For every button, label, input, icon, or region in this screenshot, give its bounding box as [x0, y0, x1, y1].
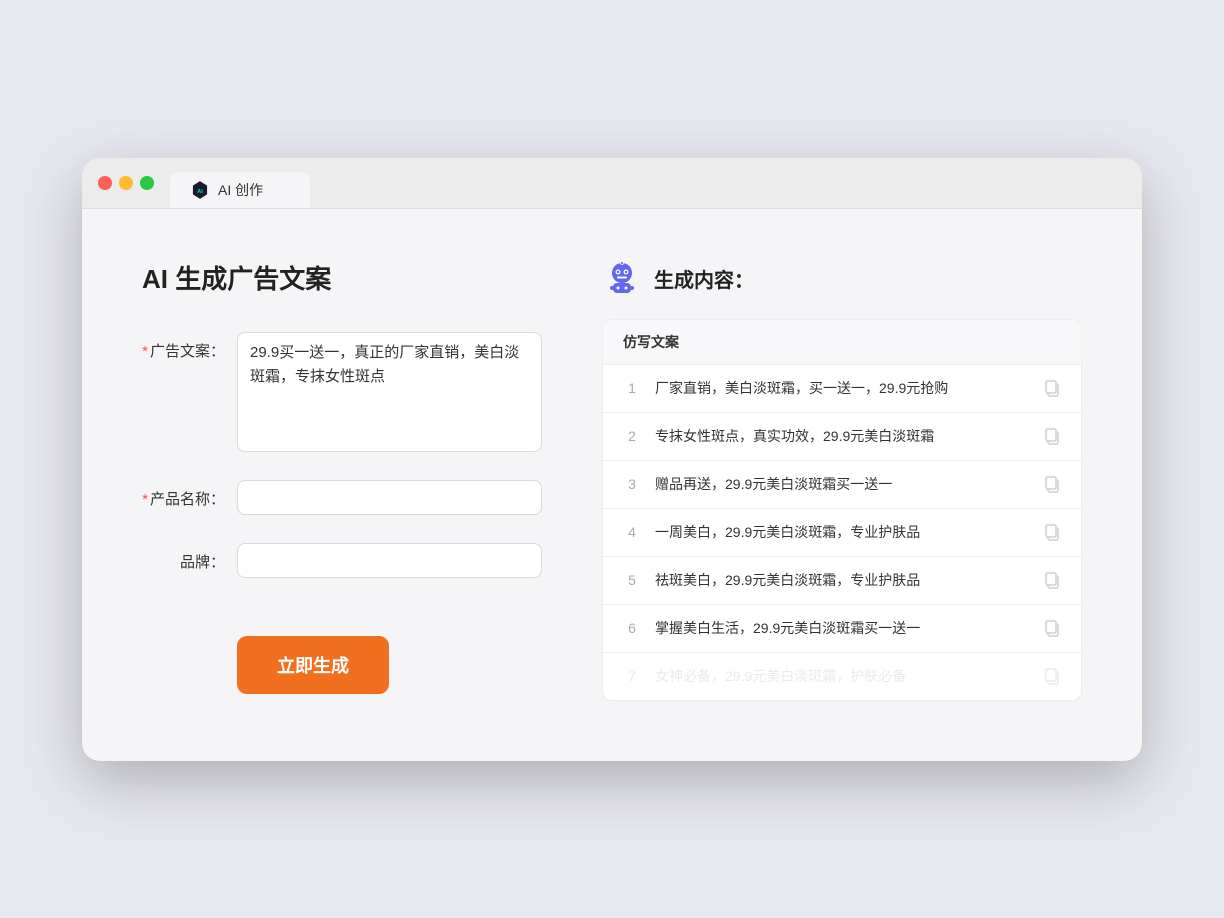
page-title: AI 生成广告文案	[142, 259, 542, 296]
brand-row: 品牌： 好白	[142, 543, 542, 578]
row-num-2: 2	[623, 428, 641, 444]
table-row: 1 厂家直销，美白淡斑霜，买一送一，29.9元抢购	[603, 365, 1081, 413]
required-mark-ad: *	[142, 343, 148, 360]
row-num-1: 1	[623, 380, 641, 396]
svg-text:AI: AI	[197, 188, 203, 194]
row-text-4: 一周美白，29.9元美白淡斑霜，专业护肤品	[655, 522, 1029, 543]
product-name-input[interactable]: 美白淡斑霜	[237, 480, 542, 515]
submit-button[interactable]: 立即生成	[237, 636, 389, 694]
row-num-4: 4	[623, 524, 641, 540]
product-name-label: *产品名称：	[142, 480, 237, 509]
copy-icon-1[interactable]	[1043, 379, 1061, 397]
copy-icon-5[interactable]	[1043, 571, 1061, 589]
copy-icon-2[interactable]	[1043, 427, 1061, 445]
minimize-button[interactable]	[119, 176, 133, 190]
row-num-5: 5	[623, 572, 641, 588]
result-title: 生成内容：	[654, 264, 754, 293]
close-button[interactable]	[98, 176, 112, 190]
row-text-6: 掌握美白生活，29.9元美白淡斑霜买一送一	[655, 618, 1029, 639]
result-header: 生成内容：	[602, 259, 1082, 299]
table-row: 4 一周美白，29.9元美白淡斑霜，专业护肤品	[603, 509, 1081, 557]
copy-icon-3[interactable]	[1043, 475, 1061, 493]
product-name-row: *产品名称： 美白淡斑霜	[142, 480, 542, 515]
right-panel: 生成内容： 仿写文案 1 厂家直销，美白淡斑霜，买一送一，29.9元抢购 2 专…	[602, 259, 1082, 701]
row-num-6: 6	[623, 620, 641, 636]
left-panel: AI 生成广告文案 *广告文案： 29.9买一送一，真正的厂家直销，美白淡斑霜，…	[142, 259, 542, 701]
copy-icon-4[interactable]	[1043, 523, 1061, 541]
ad-copy-input[interactable]: 29.9买一送一，真正的厂家直销，美白淡斑霜，专抹女性斑点	[237, 332, 542, 452]
maximize-button[interactable]	[140, 176, 154, 190]
row-num-3: 3	[623, 476, 641, 492]
row-text-1: 厂家直销，美白淡斑霜，买一送一，29.9元抢购	[655, 378, 1029, 399]
copy-icon-7[interactable]	[1043, 667, 1061, 685]
content-area: AI 生成广告文案 *广告文案： 29.9买一送一，真正的厂家直销，美白淡斑霜，…	[82, 209, 1142, 761]
table-header: 仿写文案	[603, 320, 1081, 365]
ai-icon: AI	[190, 180, 210, 200]
brand-input[interactable]: 好白	[237, 543, 542, 578]
result-table: 仿写文案 1 厂家直销，美白淡斑霜，买一送一，29.9元抢购 2 专抹女性斑点，…	[602, 319, 1082, 701]
copy-icon-6[interactable]	[1043, 619, 1061, 637]
required-mark-product: *	[142, 491, 148, 508]
tab-ai-creation[interactable]: AI AI 创作	[170, 172, 310, 208]
traffic-lights	[98, 176, 154, 204]
row-text-7: 女神必备，29.9元美白淡斑霜，护肤必备	[655, 666, 1029, 687]
table-row: 3 赠品再送，29.9元美白淡斑霜买一送一	[603, 461, 1081, 509]
table-row: 6 掌握美白生活，29.9元美白淡斑霜买一送一	[603, 605, 1081, 653]
ad-copy-row: *广告文案： 29.9买一送一，真正的厂家直销，美白淡斑霜，专抹女性斑点	[142, 332, 542, 452]
row-text-2: 专抹女性斑点，真实功效，29.9元美白淡斑霜	[655, 426, 1029, 447]
browser-window: AI AI 创作 AI 生成广告文案 *广告文案： 29.9买一送一，真正的厂家…	[82, 158, 1142, 761]
table-row: 2 专抹女性斑点，真实功效，29.9元美白淡斑霜	[603, 413, 1081, 461]
row-text-3: 赠品再送，29.9元美白淡斑霜买一送一	[655, 474, 1029, 495]
brand-label: 品牌：	[142, 543, 237, 572]
ad-copy-label: *广告文案：	[142, 332, 237, 361]
tab-label: AI 创作	[218, 180, 263, 200]
robot-icon	[602, 259, 642, 299]
row-text-5: 祛斑美白，29.9元美白淡斑霜，专业护肤品	[655, 570, 1029, 591]
table-row-faded: 7 女神必备，29.9元美白淡斑霜，护肤必备	[603, 653, 1081, 700]
browser-chrome: AI AI 创作	[82, 158, 1142, 209]
row-num-7: 7	[623, 668, 641, 684]
table-row: 5 祛斑美白，29.9元美白淡斑霜，专业护肤品	[603, 557, 1081, 605]
